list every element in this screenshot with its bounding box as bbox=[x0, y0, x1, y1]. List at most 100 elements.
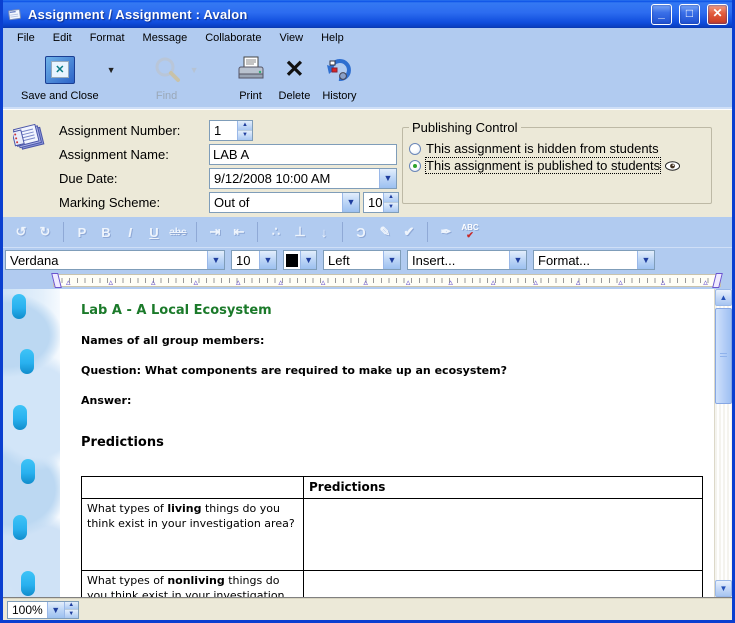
find-button[interactable]: Find bbox=[146, 51, 188, 104]
close-button[interactable]: ✕ bbox=[707, 4, 728, 25]
menu-help[interactable]: Help bbox=[313, 30, 352, 46]
accept-check-icon[interactable]: ✔ bbox=[399, 224, 419, 240]
header-cell-predictions: Predictions bbox=[304, 477, 703, 499]
print-button[interactable]: Print bbox=[229, 51, 273, 104]
document-title: Lab A - A Local Ecosystem bbox=[81, 303, 714, 318]
insert-dropdown-arrow-icon[interactable]: ▼ bbox=[509, 251, 526, 269]
marking-scheme-label: Marking Scheme: bbox=[59, 195, 209, 210]
assignment-name-field[interactable]: LAB A bbox=[209, 144, 397, 165]
menu-file[interactable]: File bbox=[9, 30, 43, 46]
scroll-up-icon[interactable]: ▲ bbox=[715, 289, 732, 306]
menu-view[interactable]: View bbox=[271, 30, 311, 46]
predictions-heading: Predictions bbox=[81, 435, 714, 450]
scroll-down-icon[interactable]: ▼ bbox=[715, 580, 732, 597]
document-content[interactable]: Lab A - A Local Ecosystem Names of all g… bbox=[60, 289, 714, 597]
main-toolbar: ✕ Save and Close ▼ Find ▼ bbox=[3, 47, 732, 109]
alignment-dropdown[interactable]: Left ▼ bbox=[323, 250, 401, 270]
font-name-dropdown[interactable]: Verdana ▼ bbox=[5, 250, 225, 270]
indent-increase-icon[interactable]: ⇥ bbox=[205, 224, 225, 240]
zoom-dropdown-arrow-icon[interactable]: ▼ bbox=[47, 602, 64, 618]
binding-hole bbox=[12, 294, 26, 319]
status-bar: 100% ▼ ▲▼ bbox=[3, 598, 732, 620]
font-color-dropdown[interactable]: ▼ bbox=[283, 250, 317, 270]
pencil-icon[interactable]: ✎ bbox=[375, 224, 395, 240]
answer-cell[interactable] bbox=[304, 499, 703, 571]
table-row: What types of living things do you think… bbox=[82, 499, 703, 571]
font-size-dropdown-arrow-icon[interactable]: ▼ bbox=[259, 251, 276, 269]
arrow-down-icon[interactable]: ↓ bbox=[314, 225, 334, 240]
bold-icon[interactable]: B bbox=[96, 225, 116, 240]
menu-message[interactable]: Message bbox=[135, 30, 196, 46]
menu-collaborate[interactable]: Collaborate bbox=[197, 30, 269, 46]
minimize-button[interactable]: _ bbox=[651, 4, 672, 25]
menu-edit[interactable]: Edit bbox=[45, 30, 80, 46]
published-radio-label[interactable]: This assignment is published to students bbox=[426, 158, 660, 173]
save-and-close-button[interactable]: ✕ Save and Close bbox=[15, 51, 105, 104]
assignment-name-label: Assignment Name: bbox=[59, 147, 209, 162]
font-color-dropdown-arrow-icon[interactable]: ▼ bbox=[300, 251, 316, 269]
notebook-margin-decoration bbox=[3, 289, 60, 597]
search-icon bbox=[152, 53, 182, 87]
scrollbar-thumb[interactable] bbox=[715, 308, 732, 404]
window-title: Assignment / Assignment : Avalon bbox=[28, 7, 644, 22]
hidden-radio-label[interactable]: This assignment is hidden from students bbox=[426, 141, 659, 156]
marking-points-stepper[interactable]: 10 ▲▼ bbox=[363, 192, 399, 213]
undo-icon[interactable]: ↺ bbox=[11, 224, 31, 240]
ruler-right-indent-marker[interactable] bbox=[712, 273, 723, 288]
published-option-row: This assignment is published to students bbox=[409, 158, 705, 173]
signature-pen-icon[interactable]: ✒ bbox=[436, 224, 456, 240]
insert-marks-icon[interactable]: ∴ bbox=[266, 224, 286, 240]
assignment-form-panel: Assignment Number: 1 ▲▼ Assignment Name:… bbox=[3, 109, 732, 217]
menu-bar: File Edit Format Message Collaborate Vie… bbox=[3, 28, 732, 47]
redo-icon[interactable]: ↻ bbox=[35, 224, 55, 240]
save-dropdown-arrow-icon[interactable]: ▼ bbox=[107, 65, 116, 75]
format-dropdown-arrow-icon[interactable]: ▼ bbox=[637, 251, 654, 269]
marking-scheme-dropdown-arrow-icon[interactable]: ▼ bbox=[342, 193, 359, 212]
ruler-tab-markers: ▵▵▵▵▵▵▵▵▵▵▵▵▵▵▵▵ bbox=[66, 278, 708, 287]
due-date-dropdown-arrow-icon[interactable]: ▼ bbox=[379, 169, 396, 188]
hidden-radio[interactable] bbox=[409, 143, 421, 155]
paragraph-icon[interactable]: P bbox=[72, 225, 92, 240]
printer-icon bbox=[235, 53, 267, 87]
zoom-spin-buttons[interactable]: ▲▼ bbox=[64, 602, 78, 618]
due-date-dropdown[interactable]: 9/12/2008 10:00 AM ▼ bbox=[209, 168, 397, 189]
font-name-dropdown-arrow-icon[interactable]: ▼ bbox=[207, 251, 224, 269]
vertical-scrollbar[interactable]: ▲ ▼ bbox=[714, 289, 732, 597]
menu-format[interactable]: Format bbox=[82, 30, 133, 46]
table-header-row: Predictions bbox=[82, 477, 703, 499]
marking-scheme-dropdown[interactable]: Out of ▼ bbox=[209, 192, 360, 213]
scrollbar-track[interactable] bbox=[715, 404, 732, 580]
zoom-control[interactable]: 100% ▼ ▲▼ bbox=[7, 601, 79, 619]
refresh-icon[interactable]: Ɔ bbox=[351, 225, 371, 240]
paragraph-group-members: Names of all group members: bbox=[81, 334, 714, 347]
assignment-stack-icon bbox=[13, 122, 47, 154]
format-dropdown[interactable]: Format... ▼ bbox=[533, 250, 655, 270]
indent-decrease-icon[interactable]: ⇤ bbox=[229, 224, 249, 240]
italic-icon[interactable]: I bbox=[120, 225, 140, 240]
published-radio[interactable] bbox=[409, 160, 421, 172]
spellcheck-icon[interactable]: ABC ✔ bbox=[460, 225, 480, 239]
marking-points-spin-buttons[interactable]: ▲▼ bbox=[383, 193, 398, 212]
app-icon bbox=[7, 6, 23, 22]
ruler[interactable]: ▵▵▵▵▵▵▵▵▵▵▵▵▵▵▵▵ bbox=[53, 274, 721, 287]
insert-dropdown[interactable]: Insert... ▼ bbox=[407, 250, 527, 270]
find-dropdown-arrow-icon: ▼ bbox=[190, 65, 199, 75]
assignment-number-label: Assignment Number: bbox=[59, 123, 209, 138]
binding-hole bbox=[21, 459, 35, 484]
underline-icon[interactable]: U bbox=[144, 225, 164, 240]
answer-cell[interactable] bbox=[304, 571, 703, 598]
font-size-dropdown[interactable]: 10 ▼ bbox=[231, 250, 277, 270]
due-date-label: Due Date: bbox=[59, 171, 209, 186]
delete-button[interactable]: ✕ Delete bbox=[273, 51, 317, 104]
formatting-toolbar: ↺ ↻ P B I U abc ⇥ ⇤ ∴ ⊥ ↓ Ɔ ✎ ✔ ✒ ABC ✔ bbox=[3, 217, 732, 248]
binding-hole bbox=[21, 571, 35, 596]
alignment-dropdown-arrow-icon[interactable]: ▼ bbox=[383, 251, 400, 269]
paragraph-question: Question: What components are required t… bbox=[81, 364, 714, 377]
strikethrough-icon[interactable]: abc bbox=[168, 227, 188, 238]
assignment-number-spin-buttons[interactable]: ▲▼ bbox=[237, 121, 252, 140]
assignment-number-stepper[interactable]: 1 ▲▼ bbox=[209, 120, 253, 141]
question-cell-living: What types of living things do you think… bbox=[82, 499, 304, 571]
align-baseline-icon[interactable]: ⊥ bbox=[290, 224, 310, 240]
maximize-button[interactable]: □ bbox=[679, 4, 700, 25]
history-button[interactable]: History bbox=[316, 51, 362, 104]
